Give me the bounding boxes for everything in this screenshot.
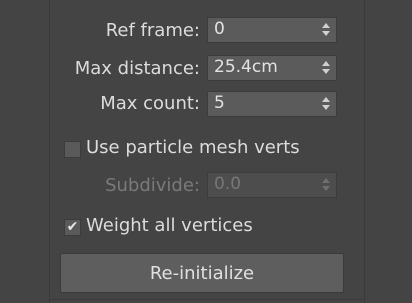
ref-frame-value[interactable]: 0 bbox=[214, 19, 225, 39]
max-distance-row: Max distance: bbox=[50, 53, 200, 83]
weight-all-vertices-label[interactable]: Weight all vertices bbox=[86, 215, 253, 236]
use-particle-mesh-verts-checkbox[interactable] bbox=[64, 141, 81, 158]
ref-frame-label: Ref frame: bbox=[105, 19, 200, 41]
right-gutter bbox=[363, 0, 412, 303]
spinner-arrows-icon bbox=[322, 178, 330, 192]
ref-frame-spinner[interactable]: 0 bbox=[207, 17, 337, 43]
max-distance-spinner[interactable]: 25.4cm bbox=[207, 55, 337, 81]
spinner-arrows-icon[interactable] bbox=[322, 97, 330, 111]
subdivide-value: 0.0 bbox=[214, 174, 242, 194]
weight-all-vertices-checkbox[interactable]: ✔ bbox=[64, 219, 81, 236]
panel-divider bbox=[49, 299, 363, 300]
max-count-spinner[interactable]: 5 bbox=[207, 91, 337, 117]
max-count-label: Max count: bbox=[100, 92, 200, 114]
max-distance-value[interactable]: 25.4cm bbox=[214, 57, 278, 77]
subdivide-row: Subdivide: bbox=[60, 170, 200, 200]
max-count-value[interactable]: 5 bbox=[214, 93, 225, 113]
checkmark-icon: ✔ bbox=[66, 219, 79, 235]
max-count-row: Max count: bbox=[60, 88, 200, 118]
spinner-arrows-icon[interactable] bbox=[322, 23, 330, 37]
subdivide-label: Subdivide: bbox=[105, 174, 200, 196]
subdivide-spinner: 0.0 bbox=[207, 172, 337, 198]
left-gutter bbox=[0, 0, 49, 303]
use-particle-mesh-verts-label[interactable]: Use particle mesh verts bbox=[86, 137, 300, 158]
max-distance-label: Max distance: bbox=[74, 57, 200, 79]
ref-frame-row: Ref frame: bbox=[60, 15, 200, 45]
reinitialize-button[interactable]: Re-initialize bbox=[60, 253, 344, 293]
reinitialize-button-label: Re-initialize bbox=[149, 262, 255, 284]
spinner-arrows-icon[interactable] bbox=[322, 61, 330, 75]
